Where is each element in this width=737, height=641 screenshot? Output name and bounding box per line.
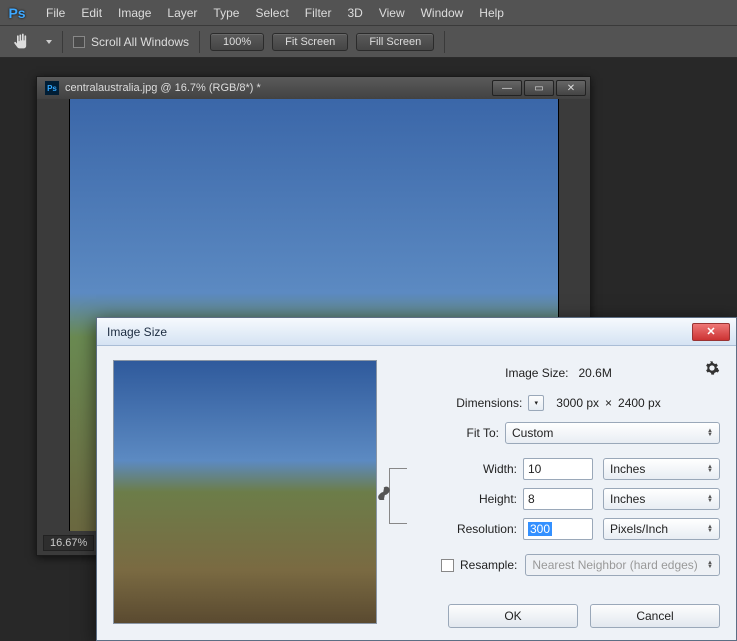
document-titlebar[interactable]: Ps centralaustralia.jpg @ 16.7% (RGB/8*)…	[37, 77, 590, 99]
height-input[interactable]: 8	[523, 488, 593, 510]
image-size-preview	[113, 360, 377, 624]
fit-screen-button[interactable]: Fit Screen	[272, 33, 348, 51]
width-label: Width:	[397, 462, 523, 476]
dimensions-width: 3000 px	[556, 396, 599, 410]
width-input[interactable]: 10	[523, 458, 593, 480]
menu-help[interactable]: Help	[471, 0, 512, 26]
dimensions-times: ×	[605, 396, 612, 410]
menu-filter[interactable]: Filter	[297, 0, 340, 26]
photoshop-logo: Ps	[6, 2, 28, 24]
resample-method-select: Nearest Neighbor (hard edges)▲▼	[525, 554, 720, 576]
document-title: centralaustralia.jpg @ 16.7% (RGB/8*) *	[65, 82, 261, 94]
resolution-input[interactable]: 300	[523, 518, 593, 540]
hand-tool-icon[interactable]	[10, 30, 34, 54]
image-size-label: Image Size:	[505, 366, 568, 380]
dimensions-unit-dropdown[interactable]: ▾	[528, 395, 544, 411]
preview-image	[114, 361, 376, 623]
scroll-all-label: Scroll All Windows	[91, 35, 189, 49]
scroll-all-windows-checkbox[interactable]: Scroll All Windows	[73, 35, 189, 49]
height-unit-select[interactable]: Inches▲▼	[603, 488, 720, 510]
menu-view[interactable]: View	[371, 0, 413, 26]
menu-window[interactable]: Window	[413, 0, 472, 26]
resample-label: Resample:	[460, 558, 517, 572]
separator	[444, 31, 445, 53]
menu-type[interactable]: Type	[205, 0, 247, 26]
menu-layer[interactable]: Layer	[159, 0, 205, 26]
document-icon: Ps	[45, 81, 59, 95]
width-unit-select[interactable]: Inches▲▼	[603, 458, 720, 480]
zoom-level[interactable]: 16.67%	[43, 535, 94, 551]
resolution-label: Resolution:	[397, 522, 523, 536]
menu-file[interactable]: File	[38, 0, 73, 26]
menu-3d[interactable]: 3D	[339, 0, 370, 26]
height-label: Height:	[397, 492, 523, 506]
separator	[199, 31, 200, 53]
zoom-100-button[interactable]: 100%	[210, 33, 264, 51]
fit-to-label: Fit To:	[397, 426, 505, 440]
options-bar: Scroll All Windows 100% Fit Screen Fill …	[0, 26, 737, 58]
dimensions-height: 2400 px	[618, 396, 661, 410]
fill-screen-button[interactable]: Fill Screen	[356, 33, 434, 51]
cancel-button[interactable]: Cancel	[590, 604, 720, 628]
image-size-value: 20.6M	[579, 366, 612, 380]
tool-preset-dropdown[interactable]	[46, 40, 52, 44]
menu-image[interactable]: Image	[110, 0, 159, 26]
maximize-button[interactable]: ▭	[524, 80, 554, 96]
constrain-proportions-icon[interactable]	[377, 486, 391, 500]
fit-to-select[interactable]: Custom▲▼	[505, 422, 720, 444]
close-dialog-button[interactable]: ✕	[692, 323, 730, 341]
dialog-titlebar[interactable]: Image Size ✕	[97, 318, 736, 346]
minimize-button[interactable]: —	[492, 80, 522, 96]
resample-checkbox[interactable]	[441, 559, 454, 572]
ok-button[interactable]: OK	[448, 604, 578, 628]
close-doc-button[interactable]: ✕	[556, 80, 586, 96]
dimensions-label: Dimensions:	[456, 396, 522, 410]
menu-select[interactable]: Select	[247, 0, 296, 26]
image-size-dialog: Image Size ✕ Image Size: 20.6M Dimension…	[96, 317, 737, 641]
separator	[62, 31, 63, 53]
menu-edit[interactable]: Edit	[73, 0, 110, 26]
menubar: Ps File Edit Image Layer Type Select Fil…	[0, 0, 737, 26]
resolution-unit-select[interactable]: Pixels/Inch▲▼	[603, 518, 720, 540]
dialog-title: Image Size	[103, 325, 167, 339]
